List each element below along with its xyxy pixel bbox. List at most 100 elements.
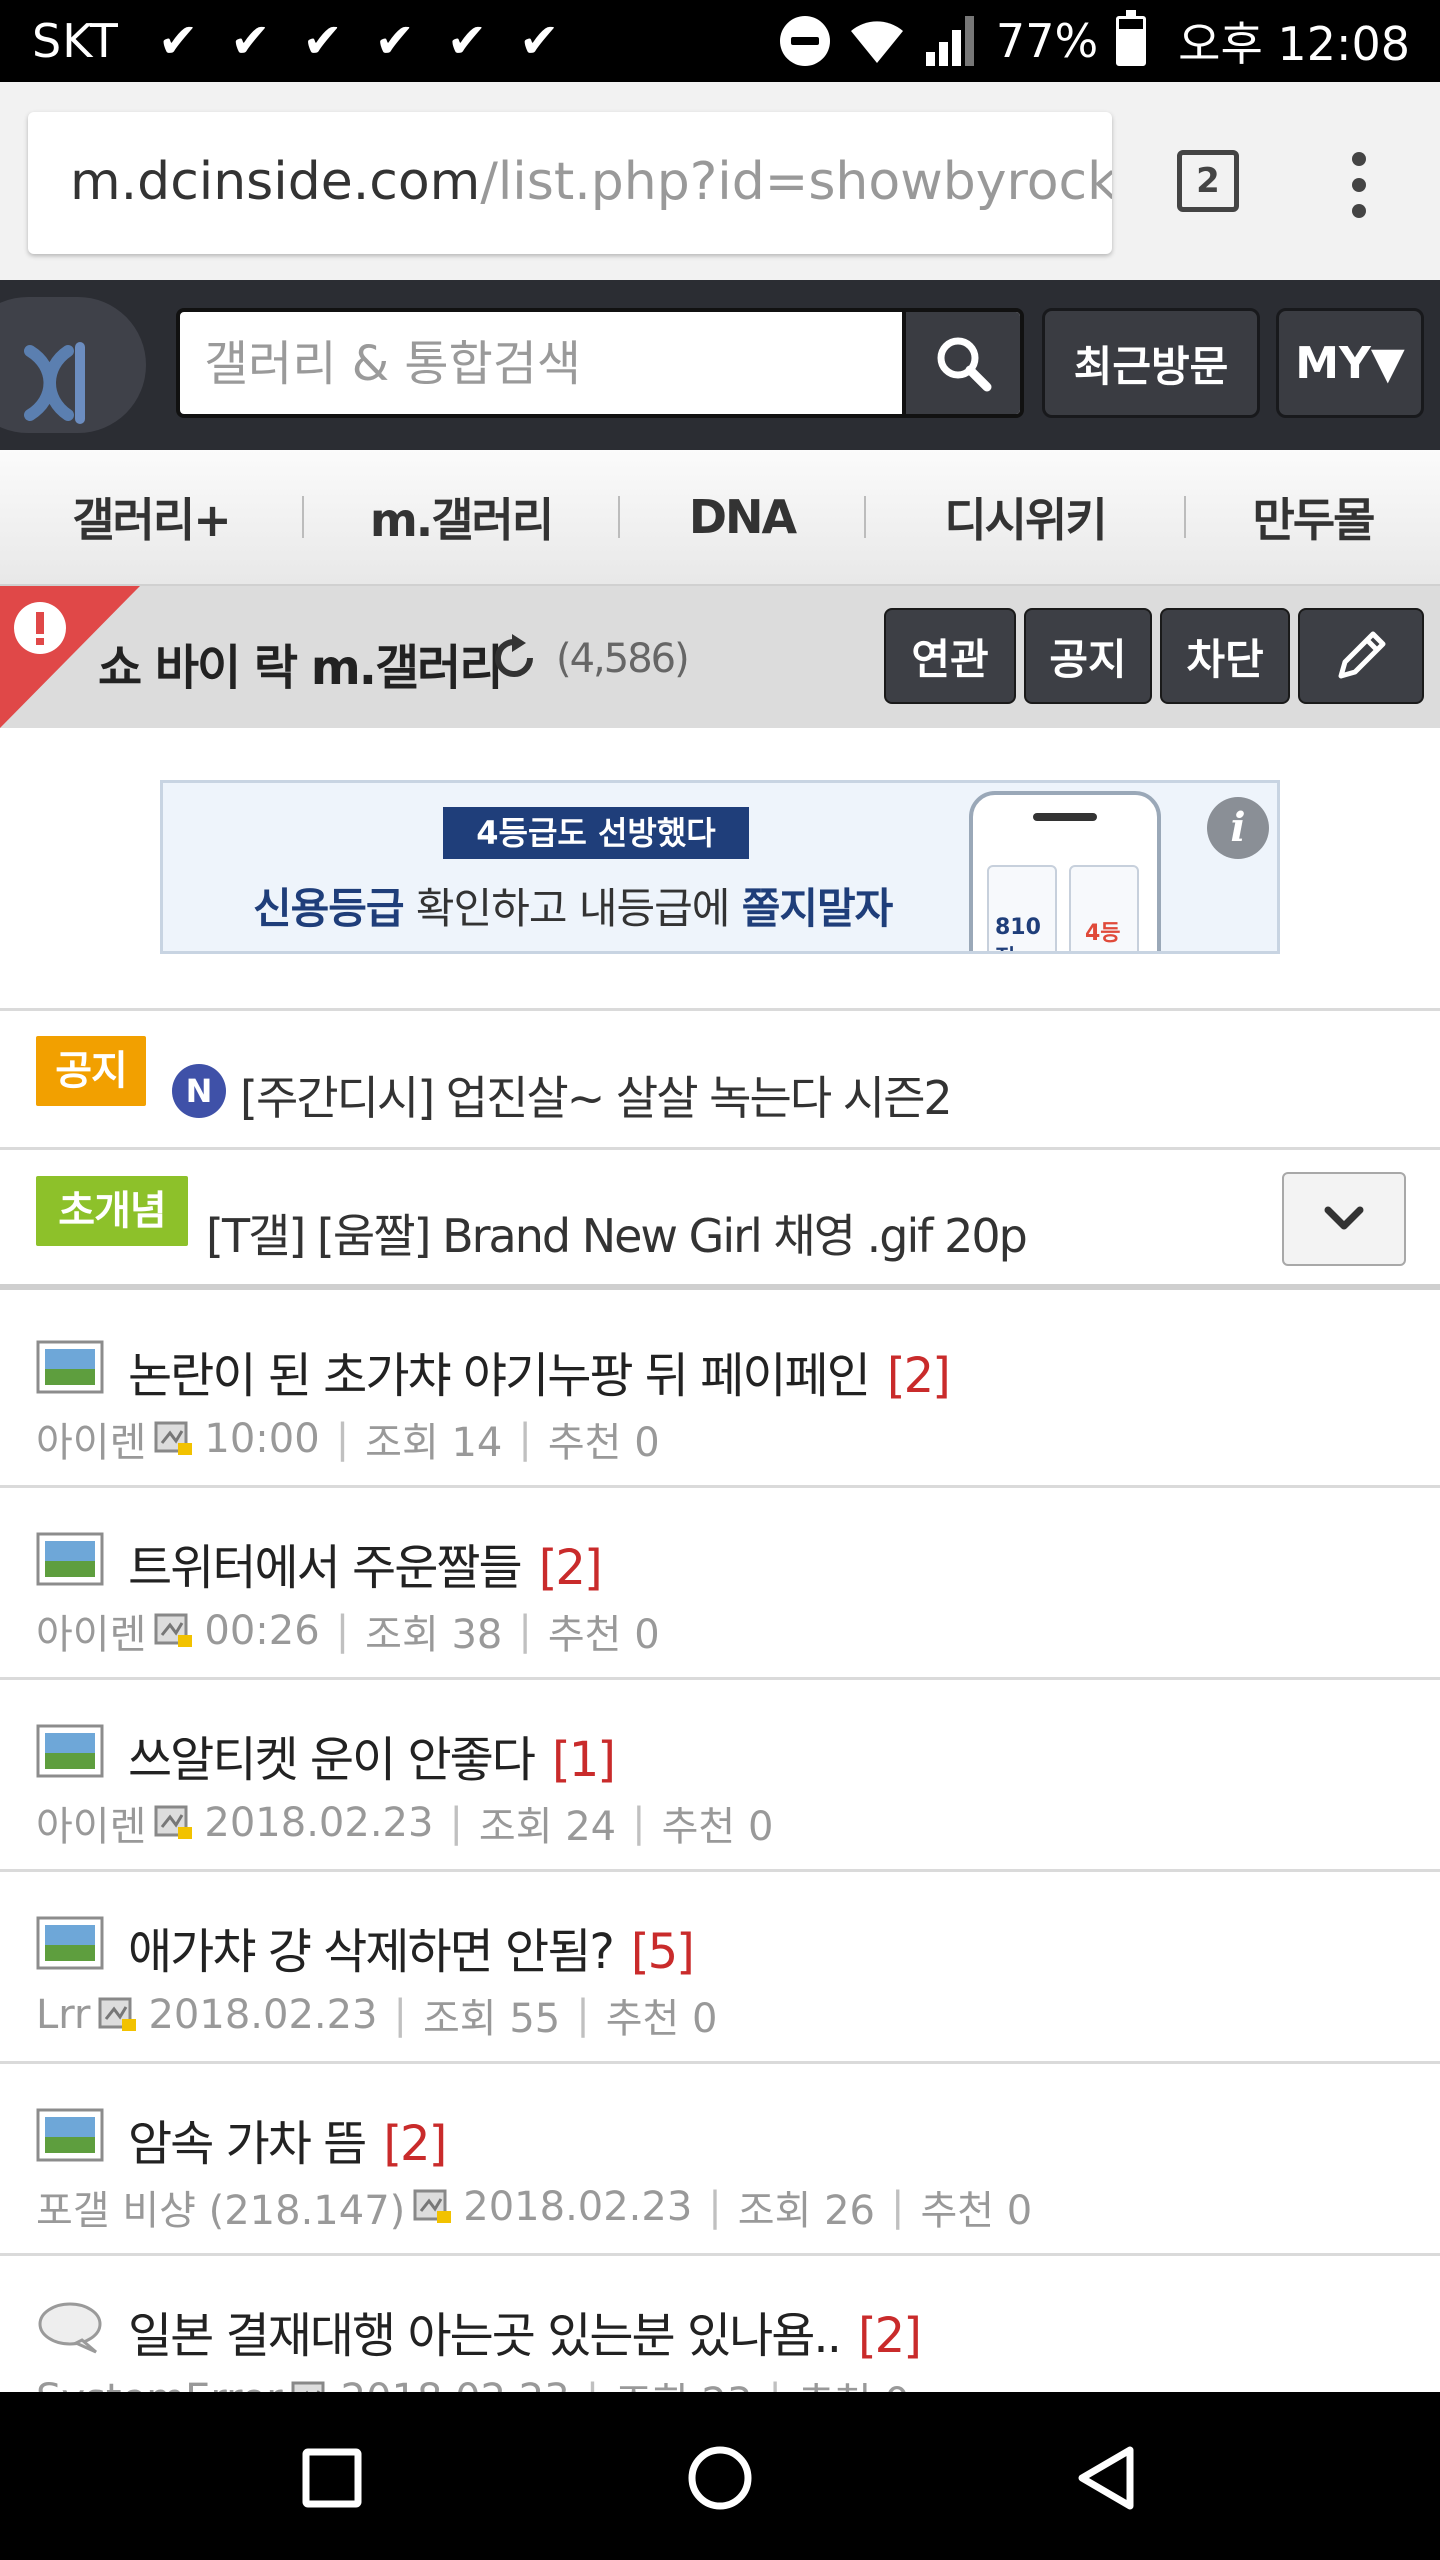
post-meta: 아이렌 10:00 | 조회 14 | 추천 0 [36, 1410, 660, 1468]
post-title: 일본 결재대행 아는곳 있는분 있나욤.. [128, 2308, 842, 2364]
concept-title: [T갤] [움짤] Brand New Girl 채영 .gif 20p [206, 1209, 1028, 1263]
url-text: m.dcinside.com/list.php?id=showbyrock [70, 152, 1112, 212]
tab-dcwiki[interactable]: 디시위키 [866, 484, 1184, 550]
post-author[interactable]: 아이렌 [36, 1794, 146, 1852]
post-author[interactable]: 아이렌 [36, 1602, 146, 1660]
post-row[interactable]: 암속 가차 뜸 [2] 포갤 비샹 (218.147) 2018.02.23 | 조회 2… [0, 2064, 1440, 2256]
post-title-line: 논란이 된 초가챠 야기누팡 뒤 페이페인 [2] [128, 1336, 951, 1406]
tab-m-gallery[interactable]: m.갤러리 [304, 484, 618, 550]
signal-icon [925, 16, 974, 66]
post-date: 2018.02.23 [204, 1800, 434, 1846]
meta-divider: | [518, 1416, 532, 1462]
search-icon [937, 337, 992, 392]
reply-count: [2] [857, 2308, 922, 2364]
post-recommend: 추천 0 [661, 1804, 774, 1850]
tab-switcher-button[interactable]: 2 [1177, 150, 1239, 212]
post-author[interactable]: 포갤 비샹 (218.147) [36, 2178, 405, 2236]
url-path: /list.php?id=showbyrock [480, 152, 1112, 212]
post-recommend: 추천 0 [547, 1612, 660, 1658]
check-notification-icon: ✔ [230, 13, 271, 69]
check-notification-icon: ✔ [158, 13, 199, 69]
meta-divider: | [335, 1416, 350, 1462]
meta-divider: | [449, 1800, 463, 1846]
image-post-icon [36, 1532, 104, 1586]
search-button[interactable] [902, 312, 1020, 414]
url-host: m.dcinside.com [70, 152, 481, 212]
back-triangle-icon[interactable] [1068, 2438, 1148, 2518]
post-meta: 포갤 비샹 (218.147) 2018.02.23 | 조회 26 | 추천 0 [36, 2178, 1032, 2236]
concept-row[interactable]: 초개념 [T갤] [움짤] Brand New Girl 채영 .gif 20p [0, 1152, 1440, 1290]
post-author[interactable]: 아이렌 [36, 1410, 146, 1468]
ad-banner[interactable]: 4등급도 선방했다 신용등급 확인하고 내등급에 쫄지말자 810점 4등급 i [160, 780, 1280, 954]
tab-dna[interactable]: DNA [620, 490, 864, 544]
post-title-line: 쓰알티켓 운이 안좋다 [1] [128, 1720, 616, 1790]
post-row[interactable]: 애가챠 걍 삭제하면 안됨? [5] Lrr 2018.02.23 | 조회 55 | 추천 … [0, 1872, 1440, 2064]
my-menu-button[interactable]: MY▼ [1276, 308, 1424, 418]
reply-count: [5] [630, 1924, 695, 1980]
reply-count: [2] [886, 1348, 951, 1404]
ad-headline: 4등급도 선방했다 [443, 807, 749, 859]
write-button[interactable] [1298, 608, 1424, 704]
post-views: 조회 38 [365, 1612, 503, 1658]
home-circle-icon[interactable] [680, 2438, 760, 2518]
notice-title: [주간디시] 업진살~ 살살 녹는다 시즌2 [240, 1071, 953, 1125]
tab-mandu-mall[interactable]: 만두몰 [1186, 484, 1440, 550]
chevron-down-icon [1324, 1206, 1364, 1230]
meta-divider: | [708, 2184, 722, 2230]
ad-score: 810점 [995, 915, 1041, 951]
post-row[interactable]: 트위터에서 주운짤들 [2] 아이렌 00:26 | 조회 38 | 추천 0 [0, 1488, 1440, 1680]
member-icon [154, 1805, 193, 1839]
info-icon[interactable]: i [1207, 797, 1269, 859]
search-input[interactable] [204, 332, 884, 396]
image-post-icon [36, 1724, 104, 1778]
gallery-title[interactable]: 쇼 바이 락 m.갤러리 [98, 628, 504, 698]
gallery-title-bar: 쇼 바이 락 m.갤러리 (4,586) 연관 공지 차단 [0, 586, 1440, 728]
post-date: 10:00 [204, 1416, 320, 1462]
post-recommend: 추천 0 [605, 1996, 718, 2042]
ad-text-bold: 신용등급 [253, 884, 405, 933]
tab-gallery-plus[interactable]: 갤러리+ [0, 484, 302, 550]
notice-button[interactable]: 공지 [1024, 608, 1152, 704]
notification-icons: ✔ ✔ ✔ ✔ ✔ ✔ [158, 14, 559, 68]
expand-button[interactable] [1282, 1172, 1406, 1266]
member-icon [154, 1421, 193, 1455]
post-recommend: 추천 0 [547, 1420, 660, 1466]
post-row[interactable]: 논란이 된 초가챠 야기누팡 뒤 페이페인 [2] 아이렌 10:00 | 조회 14 | 추… [0, 1296, 1440, 1488]
refresh-icon[interactable] [488, 632, 540, 684]
browser-toolbar: m.dcinside.com/list.php?id=showbyrock 2 [0, 82, 1440, 280]
url-bar[interactable]: m.dcinside.com/list.php?id=showbyrock [28, 112, 1112, 254]
post-count: (4,586) [556, 636, 690, 682]
post-title: 트위터에서 주운짤들 [128, 1540, 523, 1596]
image-post-icon [36, 2108, 104, 2162]
image-post-icon [36, 1916, 104, 1970]
carrier-label: SKT [32, 14, 119, 68]
related-button[interactable]: 연관 [884, 608, 1016, 704]
reply-count: [1] [551, 1732, 616, 1788]
notice-row[interactable]: 공지 N [주간디시] 업진살~ 살살 녹는다 시즌2 [0, 1012, 1440, 1150]
post-views: 조회 24 [478, 1804, 617, 1850]
post-views: 조회 55 [423, 1996, 561, 2042]
post-views: 조회 14 [365, 1420, 503, 1466]
block-button[interactable]: 차단 [1160, 608, 1290, 704]
recent-visits-button[interactable]: 최근방문 [1042, 308, 1260, 418]
post-title-line: 일본 결재대행 아는곳 있는분 있나욤.. [2] [128, 2296, 922, 2366]
post-meta: Lrr 2018.02.23 | 조회 55 | 추천 0 [36, 1986, 717, 2044]
gallery-nav-tabs: 갤러리+ m.갤러리 DNA 디시위키 만두몰 [0, 450, 1440, 586]
kebab-menu-icon[interactable] [1344, 152, 1374, 224]
wifi-icon [850, 21, 903, 63]
divider [0, 1008, 1440, 1011]
recents-square-icon[interactable] [292, 2438, 372, 2518]
post-title-line: 암속 가차 뜸 [2] [128, 2104, 447, 2174]
member-icon [98, 1997, 137, 2031]
post-date: 2018.02.23 [148, 1992, 378, 2038]
status-bar: SKT ✔ ✔ ✔ ✔ ✔ ✔ 77% 오후 12:08 [0, 0, 1440, 82]
meta-divider: | [335, 1608, 350, 1654]
ad-text-bold: 쫄지말자 [741, 884, 894, 933]
post-date: 00:26 [204, 1608, 320, 1654]
post-row[interactable]: 쓰알티켓 운이 안좋다 [1] 아이렌 2018.02.23 | 조회 24 | 추천 0 [0, 1680, 1440, 1872]
post-views: 조회 26 [737, 2188, 875, 2234]
speech-bubble-icon [38, 2302, 102, 2354]
dc-logo-icon [24, 342, 85, 424]
post-author[interactable]: Lrr [36, 1992, 90, 2038]
logo-button[interactable] [0, 297, 146, 433]
